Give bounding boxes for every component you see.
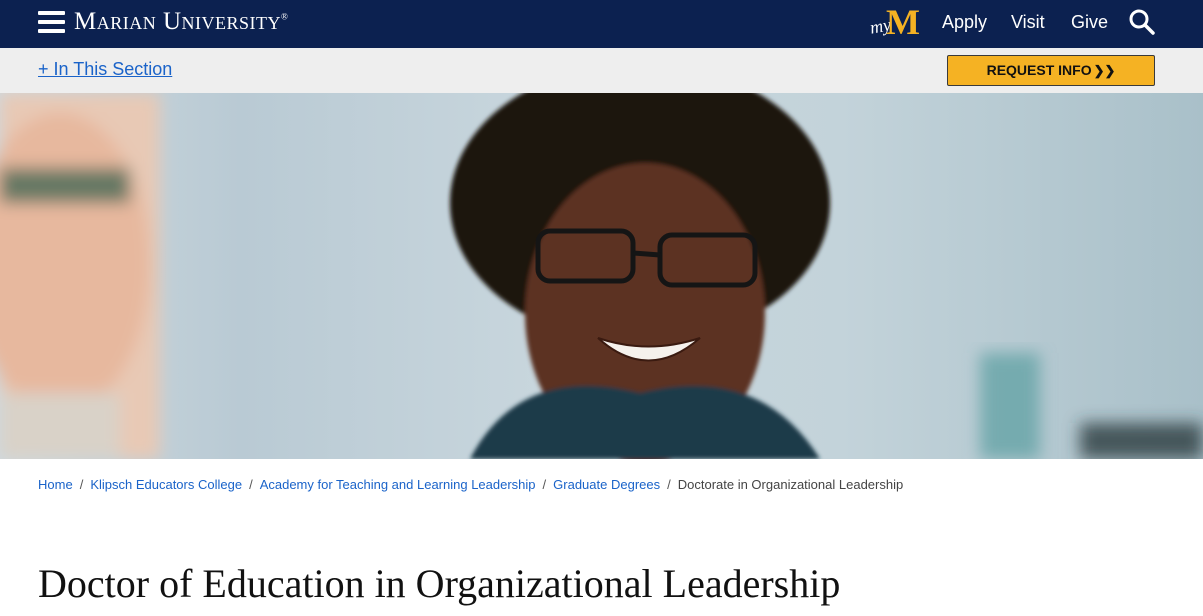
breadcrumb-separator: / — [667, 477, 671, 492]
nav-give-link[interactable]: Give — [1071, 12, 1108, 33]
breadcrumb-home[interactable]: Home — [38, 477, 73, 492]
my-marian-link[interactable]: my M — [868, 2, 926, 42]
registered-mark: ® — [281, 11, 289, 22]
breadcrumb-separator: / — [249, 477, 253, 492]
breadcrumb-current: Doctorate in Organizational Leadership — [677, 477, 904, 492]
breadcrumb-academy[interactable]: Academy for Teaching and Learning Leader… — [260, 477, 536, 492]
request-info-button[interactable]: REQUEST INFO ❯❯ — [947, 55, 1155, 86]
page-title: Doctor of Education in Organizational Le… — [38, 561, 841, 606]
breadcrumb-separator: / — [542, 477, 547, 492]
university-logo[interactable]: Marian University® — [74, 8, 288, 36]
search-icon[interactable] — [1128, 8, 1156, 36]
double-chevron-right-icon: ❯❯ — [1093, 63, 1116, 78]
top-navigation-bar: Marian University® my M Apply Visit Give — [0, 0, 1203, 48]
request-info-label: REQUEST INFO — [986, 62, 1092, 78]
breadcrumb-klipsch-educators-college[interactable]: Klipsch Educators College — [90, 477, 242, 492]
section-bar: + In This Section REQUEST INFO ❯❯ — [0, 48, 1203, 93]
hero-image — [0, 93, 1203, 459]
breadcrumb-graduate-degrees[interactable]: Graduate Degrees — [553, 477, 660, 492]
hamburger-menu-icon[interactable] — [38, 10, 65, 34]
m-logo-icon: M — [886, 2, 920, 42]
breadcrumb: Home / Klipsch Educators College / Academy f… — [38, 477, 903, 492]
nav-apply-link[interactable]: Apply — [942, 12, 987, 33]
nav-visit-link[interactable]: Visit — [1011, 12, 1045, 33]
breadcrumb-separator: / — [79, 477, 84, 492]
in-this-section-toggle[interactable]: + In This Section — [38, 59, 172, 80]
